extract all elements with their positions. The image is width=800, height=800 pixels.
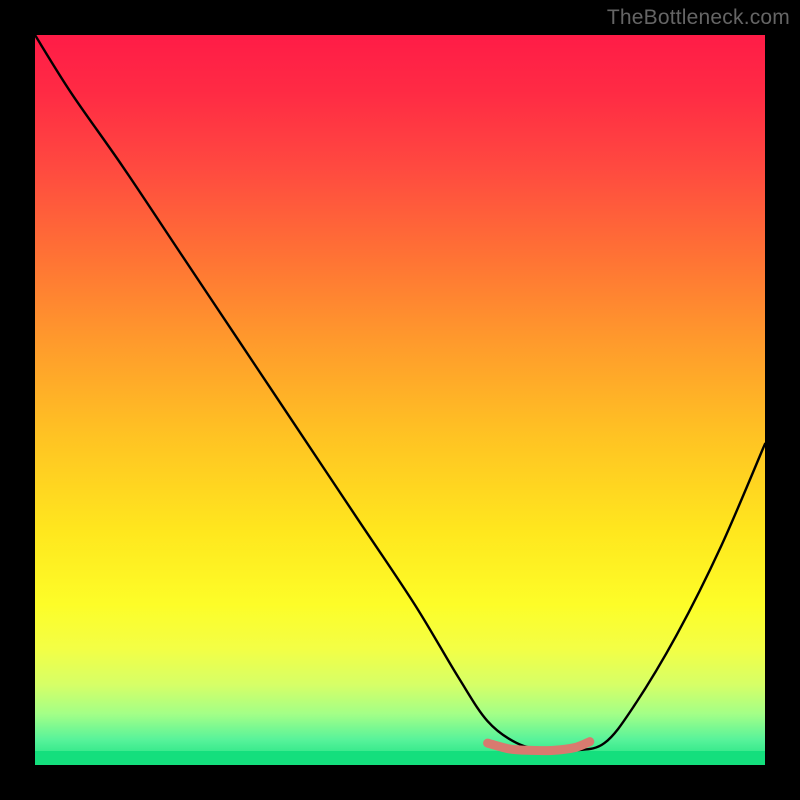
watermark-text: TheBottleneck.com [607,6,790,30]
sweet-spot-marker [488,742,590,751]
bottleneck-curve [35,35,765,751]
chart-frame: TheBottleneck.com [0,0,800,800]
plot-area [35,35,765,765]
curve-layer [35,35,765,765]
